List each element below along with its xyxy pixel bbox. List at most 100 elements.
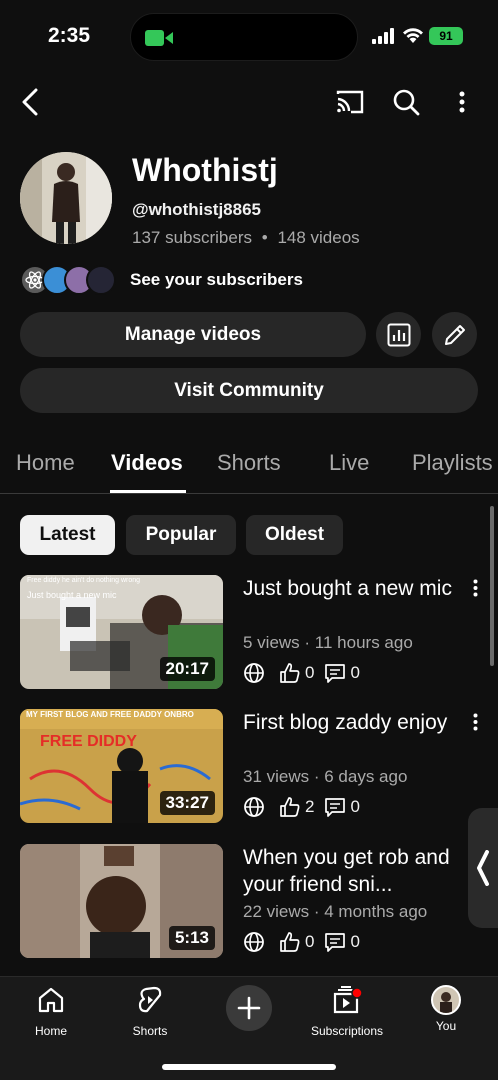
nav-home[interactable]: Home [6,985,96,1038]
video-duration: 33:27 [159,791,215,815]
video-list-item[interactable]: Free diddy he ain't do nothing wrong Jus… [20,575,480,690]
see-subscribers-row[interactable]: See your subscribers [20,264,303,296]
scrollbar[interactable] [490,506,494,666]
back-arrow-icon [22,88,38,116]
stats-separator: • [261,228,268,247]
analytics-button[interactable] [376,312,421,357]
thumbs-up-icon [279,931,301,953]
tab-live[interactable]: Live [329,450,369,476]
plus-icon [237,996,261,1020]
video-title[interactable]: Just bought a new mic [243,575,463,602]
video-stats: 0 0 [243,930,360,954]
nav-subscriptions-label: Subscriptions [310,1024,384,1038]
you-avatar [431,985,461,1015]
video-title[interactable]: First blog zaddy enjoy [243,709,463,736]
nav-subscriptions[interactable]: Subscriptions [302,985,392,1038]
globe-icon [243,662,265,684]
tab-shorts[interactable]: Shorts [217,450,281,476]
globe-icon [243,796,265,818]
nav-you[interactable]: You [401,985,491,1033]
home-indicator [162,1064,336,1070]
cast-button[interactable] [330,82,370,122]
thumbs-up-icon [279,796,301,818]
channel-name: Whothistj [132,152,278,188]
nav-shorts-label: Shorts [132,1024,168,1038]
status-bar: 2:35 91 [0,0,498,72]
like-count: 2 [305,797,315,816]
channel-actions: Manage videos Visit Community [20,312,478,413]
video-duration: 20:17 [159,657,215,681]
filter-chip-popular[interactable]: Popular [126,515,236,555]
video-count: 148 videos [277,228,360,247]
video-stats: 0 0 [243,661,360,685]
manage-videos-button[interactable]: Manage videos [20,312,366,357]
search-button[interactable] [386,82,426,122]
video-stats: 2 0 [243,795,360,819]
video-thumbnail[interactable]: MY FIRST BLOG AND FREE DADDY ONBRO FREE … [20,709,223,823]
channel-tabs: Home Videos Shorts Live Playlists [0,440,498,494]
channel-avatar[interactable] [20,152,112,244]
chevron-left-icon [477,850,489,886]
status-time: 2:35 [48,24,91,47]
vertical-dots-icon [473,579,477,597]
video-meta: 5 views · 11 hours ago [243,633,413,652]
active-tab-indicator [110,490,186,493]
pencil-icon [444,324,465,345]
facetime-camera-icon [145,30,173,46]
thumbnail-caption: Free diddy he ain't do nothing wrong [27,577,141,584]
video-thumbnail[interactable]: Free diddy he ain't do nothing wrong Jus… [20,575,223,689]
filter-chip-oldest[interactable]: Oldest [246,515,343,555]
vertical-dots-icon [459,91,465,113]
shorts-icon [138,986,162,1013]
cellular-signal-icon [372,28,394,44]
comment-count: 0 [350,663,360,682]
thumbnail-caption: Just bought a new mic [27,590,117,600]
channel-avatar-photo [20,152,112,244]
comment-icon [324,662,346,684]
create-button[interactable] [226,985,272,1031]
nav-you-label: You [435,1019,457,1033]
wifi-icon [403,28,423,43]
video-title[interactable]: When you get rob and your friend sni... [243,844,463,898]
video-meta: 31 views · 6 days ago [243,767,408,786]
nav-shorts[interactable]: Shorts [105,985,195,1038]
video-meta: 22 views · 4 months ago [243,902,428,921]
video-duration: 5:13 [168,926,215,950]
like-count: 0 [305,663,315,682]
channel-handle: @whothistj8865 [132,200,261,219]
tab-videos[interactable]: Videos [111,450,183,476]
video-menu-button[interactable] [468,711,482,733]
back-button[interactable] [10,82,50,122]
notification-dot [351,987,363,999]
edit-channel-button[interactable] [432,312,477,357]
subscriber-avatar [86,265,116,295]
dynamic-island [130,13,358,61]
cast-icon [336,90,364,114]
top-bar [0,82,498,126]
comment-count: 0 [350,932,360,951]
like-count: 0 [305,932,315,951]
filter-chip-latest[interactable]: Latest [20,515,115,555]
subscriber-count: 137 subscribers [132,228,253,247]
video-menu-button[interactable] [468,577,482,599]
globe-icon [243,931,265,953]
thumbs-up-icon [279,662,301,684]
video-thumbnail[interactable]: 5:13 [20,844,223,958]
search-icon [393,89,420,116]
visit-community-button[interactable]: Visit Community [20,368,478,413]
nav-home-label: Home [34,1024,67,1038]
side-panel-handle[interactable] [468,808,498,928]
tab-playlists[interactable]: Playlists [412,450,493,476]
analytics-icon [387,323,410,346]
more-options-button[interactable] [442,82,482,122]
tab-home[interactable]: Home [16,450,75,476]
battery-indicator: 91 [429,27,463,45]
comment-icon [324,931,346,953]
see-subscribers-link[interactable]: See your subscribers [130,270,303,290]
video-list-item[interactable]: MY FIRST BLOG AND FREE DADDY ONBRO FREE … [20,709,480,824]
thumbnail-caption: FREE DIDDY [40,733,137,750]
video-list-item[interactable]: 5:13 When you get rob and your friend sn… [20,844,480,959]
comment-count: 0 [350,797,360,816]
channel-stats: 137 subscribers • 148 videos [132,228,360,248]
home-icon [38,987,64,1013]
